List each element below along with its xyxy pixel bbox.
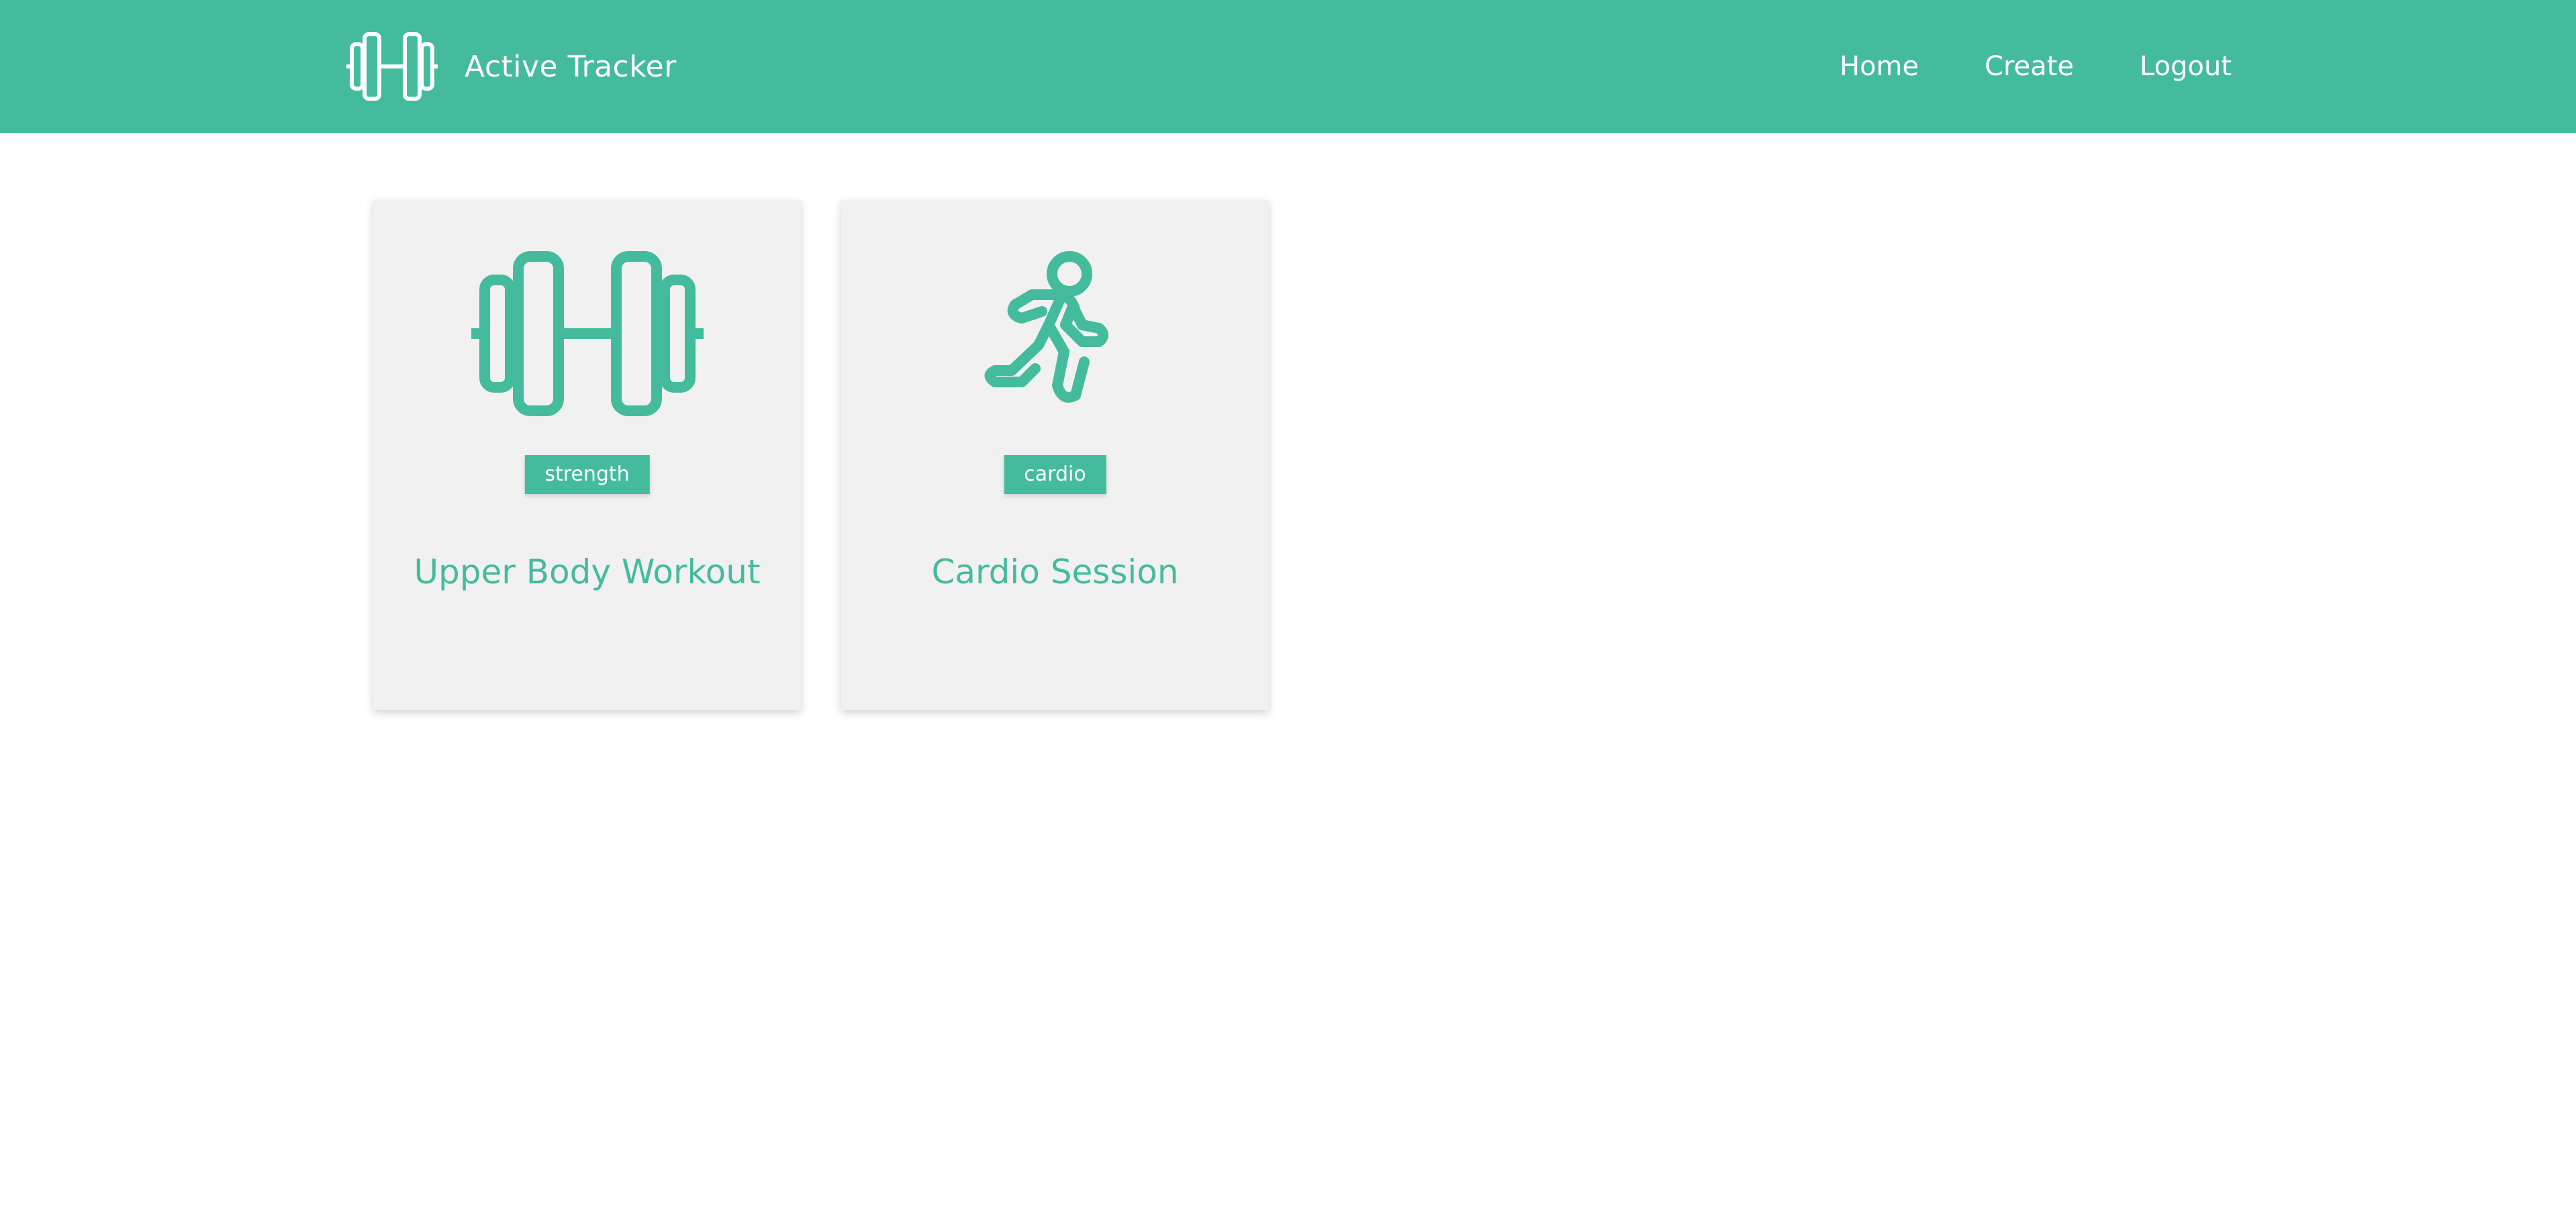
category-badge: strength bbox=[524, 455, 650, 494]
nav-link-home[interactable]: Home bbox=[1840, 51, 1919, 82]
nav-link-create[interactable]: Create bbox=[1985, 51, 2074, 82]
brand-link[interactable]: Active Tracker bbox=[345, 31, 677, 102]
dumbbell-icon bbox=[471, 251, 704, 416]
navbar: Active Tracker Home Create Logout bbox=[0, 0, 2576, 133]
dumbbell-icon bbox=[346, 32, 438, 101]
workout-card[interactable]: strength Upper Body Workout bbox=[373, 200, 801, 710]
nav-link-logout[interactable]: Logout bbox=[2140, 51, 2232, 82]
workout-card[interactable]: cardio Cardio Session bbox=[841, 200, 1269, 710]
workout-card-list: strength Upper Body Workout cardio Cardi… bbox=[373, 200, 1309, 710]
nav-links: Home Create Logout bbox=[1774, 0, 2232, 133]
running-person-icon bbox=[984, 251, 1108, 403]
workout-title: Cardio Session bbox=[931, 552, 1179, 591]
app-title: Active Tracker bbox=[465, 49, 677, 84]
category-badge: cardio bbox=[1004, 455, 1106, 494]
workout-title: Upper Body Workout bbox=[414, 552, 761, 591]
